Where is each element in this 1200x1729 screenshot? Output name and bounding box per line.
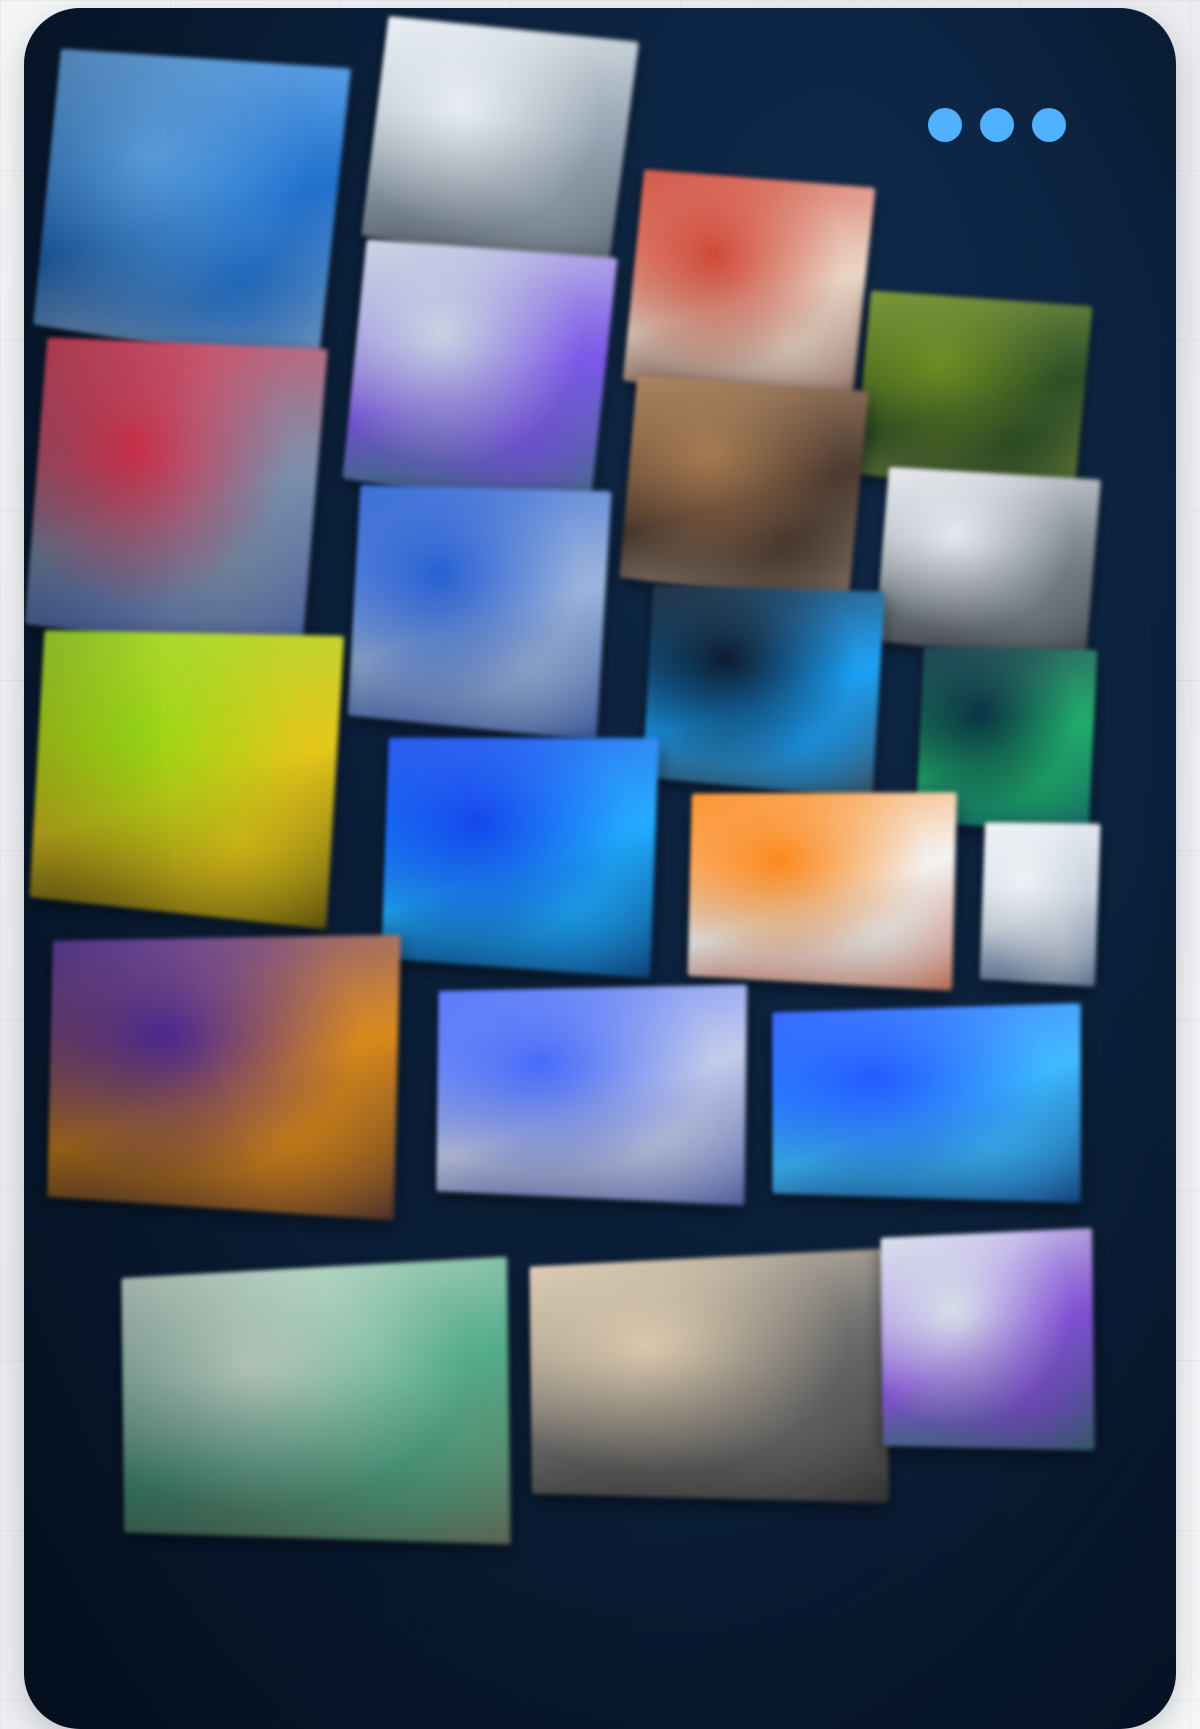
event-photo-tile [33,49,351,371]
menu-dot [1032,108,1066,142]
event-photo-tile [30,630,345,929]
media-card [24,8,1176,1729]
event-photo-wall [24,8,1176,1729]
menu-dot [980,108,1014,142]
event-photo-tile [436,985,747,1206]
event-photo-tile [25,337,328,661]
event-photo-tile [772,1003,1080,1203]
event-photo-tile [361,16,639,279]
event-photo-tile [688,792,957,990]
event-photo-tile [619,376,869,609]
event-photo-tile [642,584,884,799]
event-photo-tile [980,822,1101,986]
event-photo-tile [381,738,659,979]
event-photo-tile [342,239,617,516]
event-photo-tile [875,467,1101,665]
event-photo-tile [47,935,400,1221]
event-photo-tile [348,485,612,741]
menu-dot [928,108,962,142]
ellipsis-horizontal-icon[interactable] [928,108,1066,142]
event-photo-tile [529,1248,889,1502]
event-photo-tile [121,1257,510,1545]
event-photo-tile [881,1228,1095,1450]
